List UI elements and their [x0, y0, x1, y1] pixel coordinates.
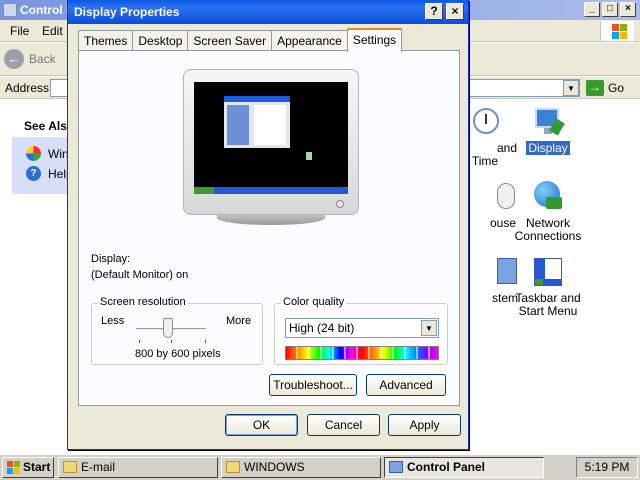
- windows-flag-icon: [600, 21, 634, 41]
- control-panel-icon: [389, 461, 403, 473]
- see-also-label: Win: [48, 147, 69, 161]
- system-tray-clock[interactable]: 5:19 PM: [576, 457, 638, 478]
- color-quality-value: High (24 bit): [289, 321, 355, 335]
- minimize-button[interactable]: _: [584, 2, 600, 17]
- advanced-button[interactable]: Advanced: [366, 374, 446, 396]
- control-panel-title-icon: [3, 3, 17, 17]
- troubleshoot-button[interactable]: Troubleshoot...: [269, 374, 357, 396]
- monitor-screen: [194, 82, 348, 194]
- tab-desktop[interactable]: Desktop: [132, 30, 189, 51]
- folder-icon: [63, 461, 77, 473]
- taskbar-button-control-panel[interactable]: Control Panel: [384, 457, 544, 478]
- folder-icon: [226, 461, 240, 473]
- taskbar-button-label: WINDOWS: [244, 460, 305, 474]
- system-icon: [469, 256, 517, 288]
- tab-strip: Themes Desktop Screen Saver Appearance S…: [78, 28, 403, 52]
- taskbar-button-windows[interactable]: WINDOWS: [221, 457, 381, 478]
- color-quality-legend: Color quality: [281, 296, 347, 308]
- help-button[interactable]: ?: [425, 3, 443, 20]
- go-arrow-icon: →: [586, 80, 604, 96]
- slider-tick: [139, 340, 140, 343]
- back-arrow-icon: ←: [4, 49, 24, 69]
- tab-appearance[interactable]: Appearance: [271, 30, 348, 51]
- settings-panel: Display: (Default Monitor) on Screen res…: [78, 50, 460, 406]
- monitor-power-button: [336, 200, 344, 208]
- chevron-down-icon[interactable]: ▼: [421, 320, 437, 336]
- monitor-preview: [183, 69, 359, 225]
- go-label: Go: [608, 81, 625, 95]
- address-dropdown-icon[interactable]: ▼: [563, 80, 579, 96]
- tab-screen-saver[interactable]: Screen Saver: [187, 30, 273, 51]
- date-time-icon: [469, 106, 501, 138]
- network-connections-icon: [532, 181, 564, 213]
- cp-icon-label: Network Connections: [514, 216, 582, 243]
- menu-edit[interactable]: Edit: [42, 24, 63, 38]
- slider-more-label: More: [226, 315, 252, 327]
- tab-themes[interactable]: Themes: [78, 30, 134, 51]
- cp-icon-label: Taskbar and Start Menu: [515, 291, 581, 318]
- preview-window: [224, 96, 290, 148]
- slider-tick: [171, 340, 172, 343]
- dialog-title: Display Properties: [74, 5, 180, 19]
- control-panel-title: Control P: [20, 3, 74, 17]
- back-label: Back: [29, 52, 56, 66]
- start-label: Start: [23, 460, 51, 474]
- tab-settings[interactable]: Settings: [346, 28, 403, 52]
- monitor-case: [183, 69, 359, 215]
- dialog-titlebar[interactable]: Display Properties ? ×: [68, 0, 468, 24]
- address-label: Address: [5, 81, 50, 95]
- close-button[interactable]: ×: [620, 2, 636, 17]
- display-icon: [532, 106, 565, 138]
- display-label: Display:: [91, 253, 131, 265]
- start-button[interactable]: Start: [2, 457, 54, 478]
- taskbar-button-label: E-mail: [81, 460, 116, 474]
- slider-tick: [205, 340, 206, 343]
- cp-icon-label: Display: [526, 141, 570, 155]
- cp-icon-display[interactable]: Display: [503, 106, 593, 155]
- help-icon: ?: [26, 166, 41, 181]
- color-quality-select[interactable]: High (24 bit) ▼: [285, 318, 439, 338]
- screen-resolution-group: Screen resolution Less More 800 by 600 p…: [91, 296, 263, 365]
- resolution-value: 800 by 600 pixels: [135, 348, 221, 360]
- back-button[interactable]: ← Back: [4, 48, 56, 70]
- display-properties-dialog: Display Properties ? × Themes Desktop Sc…: [67, 0, 469, 450]
- mouse-icon: [469, 181, 515, 213]
- cp-icon-network-connections[interactable]: Network Connections: [503, 181, 593, 243]
- slider-less-label: Less: [101, 315, 125, 327]
- go-button[interactable]: → Go: [586, 80, 624, 96]
- menu-file[interactable]: File: [10, 24, 29, 38]
- ok-button[interactable]: OK: [225, 414, 298, 436]
- recycle-bin-icon: [306, 152, 312, 160]
- color-quality-group: Color quality High (24 bit) ▼: [274, 296, 448, 365]
- taskbar-button-label: Control Panel: [407, 460, 486, 474]
- display-value: (Default Monitor) on: [91, 269, 189, 281]
- screen-resolution-legend: Screen resolution: [98, 296, 188, 308]
- taskbar-button-email[interactable]: E-mail: [58, 457, 218, 478]
- maximize-button[interactable]: □: [602, 2, 618, 17]
- windows-update-icon: [26, 146, 41, 161]
- resolution-slider-thumb[interactable]: [162, 318, 173, 338]
- cp-icon-taskbar-start-menu[interactable]: Taskbar and Start Menu: [503, 256, 593, 318]
- color-spectrum-bar: [285, 346, 439, 360]
- windows-logo-icon: [7, 461, 20, 474]
- preview-taskbar: [194, 187, 348, 194]
- dialog-close-button[interactable]: ×: [446, 3, 464, 20]
- cancel-button[interactable]: Cancel: [307, 414, 380, 436]
- apply-button[interactable]: Apply: [388, 414, 461, 436]
- taskbar: Start E-mail WINDOWS Control Panel 5:19 …: [0, 454, 640, 480]
- taskbar-start-menu-icon: [532, 256, 564, 288]
